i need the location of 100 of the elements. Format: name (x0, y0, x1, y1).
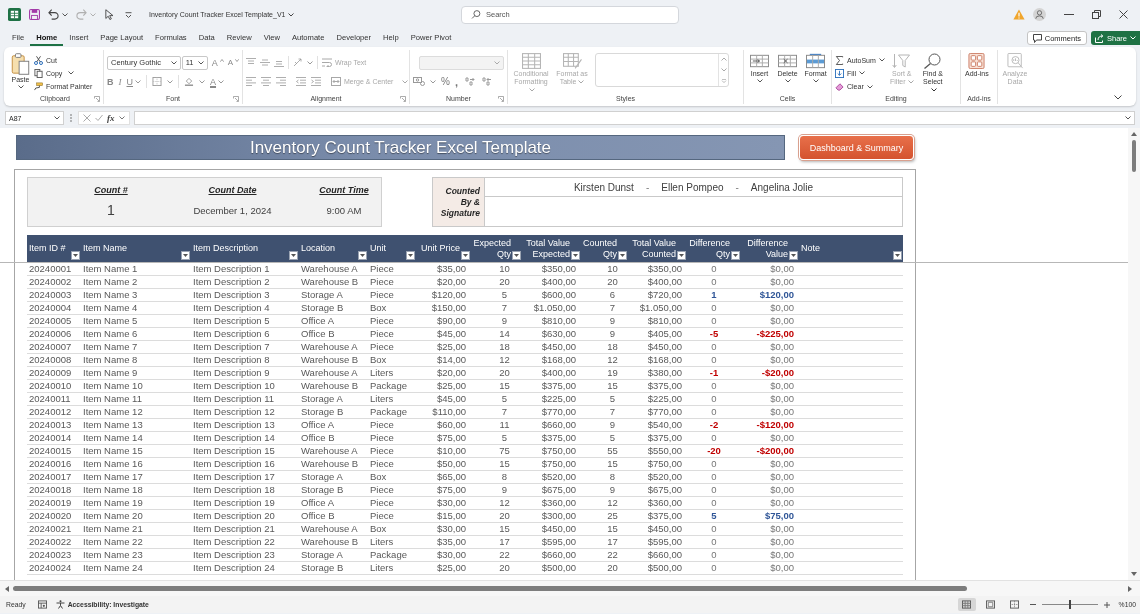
caret-icon[interactable] (288, 12, 295, 17)
zoom-in-button[interactable] (1103, 600, 1111, 609)
italic-button[interactable]: I (118, 76, 122, 87)
count-value: 1 (107, 204, 115, 217)
filter-button[interactable] (181, 251, 190, 260)
scrollbar-thumb[interactable] (13, 586, 967, 591)
filter-button[interactable] (789, 251, 798, 260)
scroll-down-icon[interactable] (720, 68, 727, 72)
bold-button[interactable]: B (107, 76, 114, 87)
dashboard-button[interactable]: Dashboard & Summary (799, 135, 914, 160)
table-cell-text: Piece (369, 328, 395, 340)
caret-down-icon (235, 59, 239, 62)
comma-style-button[interactable]: , (454, 77, 458, 86)
customize-icon[interactable] (125, 11, 132, 18)
filter-button[interactable] (618, 251, 627, 260)
view-button[interactable] (957, 598, 976, 611)
align-center-icon[interactable] (261, 77, 271, 86)
align-right-icon[interactable] (276, 77, 286, 86)
table-cell-text: 20240014 (28, 432, 73, 444)
caret-icon[interactable] (118, 116, 125, 120)
table-cell-text: $45,00 (435, 393, 467, 405)
dialog-launcher-icon[interactable] (400, 95, 406, 102)
paint-bucket-icon[interactable] (184, 77, 194, 86)
table-cell-text: Storage B (300, 484, 345, 496)
table-cell-text: Warehouse A (300, 367, 359, 379)
spreadsheet-app-icon[interactable] (8, 8, 21, 21)
avatar-icon[interactable] (1033, 8, 1046, 21)
slider-thumb[interactable] (1068, 600, 1071, 609)
save-icon[interactable] (29, 9, 40, 20)
decrease-decimal-icon[interactable] (479, 77, 492, 86)
insert-function-button[interactable]: fx (107, 113, 115, 123)
text-angle-icon[interactable] (293, 58, 303, 67)
formula-input[interactable] (133, 111, 1135, 125)
table-cell-text: $500,00 (646, 562, 683, 574)
increase-decimal-icon[interactable] (462, 77, 475, 86)
filter-button[interactable] (406, 251, 415, 260)
filter-button[interactable] (461, 251, 470, 260)
close-icon[interactable] (1119, 10, 1128, 19)
column-header: Note (801, 242, 821, 255)
table-cell-text: Item Name 7 (82, 341, 139, 353)
cancel-icon[interactable] (83, 114, 91, 122)
column-header: Location (301, 242, 337, 255)
dialog-launcher-icon[interactable] (94, 95, 100, 102)
signer-name: Kirsten Dunst (573, 181, 634, 193)
filter-button[interactable] (731, 251, 740, 260)
dialog-launcher-icon[interactable] (498, 95, 504, 102)
table-cell-text: 20240023 (28, 549, 73, 561)
align-middle-icon[interactable] (260, 58, 270, 67)
filter-button[interactable] (512, 251, 521, 260)
underline-button[interactable]: U (126, 76, 141, 87)
table-cell-text: Item Name 19 (82, 497, 144, 509)
undo-icon[interactable] (48, 9, 59, 20)
chevron-down-icon[interactable] (1114, 95, 1122, 100)
banknote-icon[interactable] (413, 77, 425, 86)
table-cell-text: 20240018 (28, 484, 73, 496)
table-cell-text: Item Description 16 (192, 458, 276, 470)
scroll-up-icon[interactable] (720, 57, 727, 62)
scroll-right-icon[interactable] (1128, 585, 1132, 592)
align-left-icon[interactable] (246, 77, 256, 86)
table-cell-text: Piece (369, 289, 395, 301)
table-cell-text: $350,00 (646, 263, 683, 275)
filter-button[interactable] (893, 251, 902, 260)
expand-gallery-icon[interactable] (720, 78, 727, 83)
scroll-up-icon[interactable] (1131, 132, 1137, 136)
table-cell-text: 20240015 (28, 445, 73, 457)
decrease-indent-icon[interactable] (296, 77, 306, 86)
align-top-icon[interactable] (246, 58, 256, 67)
table-cell-text: Box (369, 523, 388, 535)
table-cell-text: 5 (608, 432, 617, 444)
table-cell-text: $375,00 (540, 432, 577, 444)
filter-button[interactable] (358, 251, 367, 260)
table-cell-text: $110,00 (431, 406, 467, 418)
horizontal-scrollbar[interactable] (0, 580, 1140, 596)
pointer-icon[interactable] (104, 9, 115, 20)
table-cell-text: Item Name 20 (82, 510, 144, 522)
filter-button[interactable] (571, 251, 580, 260)
table-cell-text: 20 (498, 367, 511, 379)
filter-button[interactable] (71, 251, 80, 260)
scroll-down-icon[interactable] (1131, 572, 1137, 576)
font-color-button[interactable]: A (210, 76, 224, 87)
dialog-launcher-icon[interactable] (233, 95, 239, 102)
scroll-left-icon[interactable] (5, 585, 9, 592)
sheet-icon[interactable] (37, 600, 47, 609)
table-cell-text: Box (369, 354, 388, 366)
restore-icon[interactable] (1092, 10, 1101, 19)
borders-icon[interactable] (152, 77, 162, 86)
warning-icon[interactable] (1013, 9, 1025, 20)
vertical-scrollbar[interactable] (1128, 128, 1140, 580)
merge-cells-icon (331, 77, 341, 86)
grow-font-button[interactable]: A (211, 57, 224, 68)
table-cell-text: Item Name 22 (82, 536, 144, 548)
check-icon[interactable] (95, 114, 103, 122)
filter-button[interactable] (677, 251, 686, 260)
percent-button[interactable]: % (441, 76, 450, 87)
scrollbar-thumb[interactable] (1132, 140, 1136, 172)
filter-button[interactable] (289, 251, 298, 260)
caret-icon[interactable] (62, 12, 68, 17)
increase-indent-icon[interactable] (311, 77, 321, 86)
shrink-font-button[interactable]: A (227, 58, 239, 67)
align-bottom-icon[interactable] (274, 58, 284, 67)
